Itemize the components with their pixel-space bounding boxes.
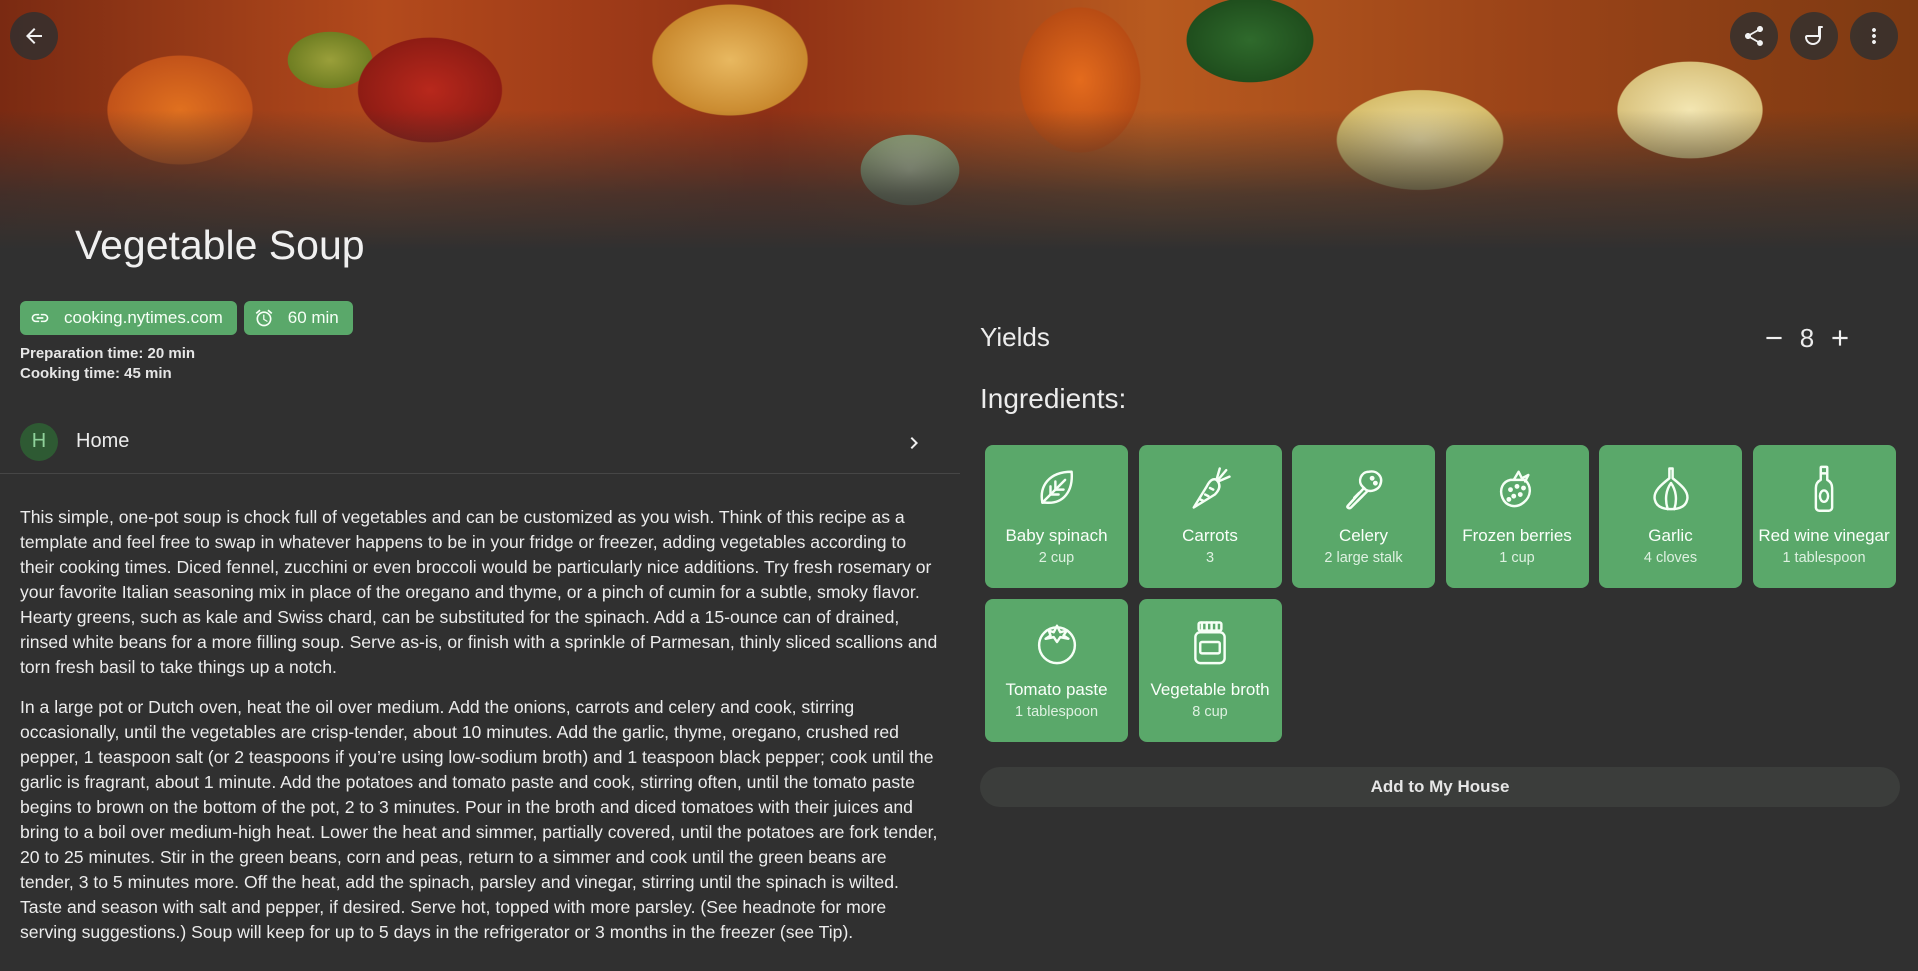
ingredient-card[interactable]: Celery 2 large stalk xyxy=(1292,445,1435,588)
cook-time-text: Cooking time: 45 min xyxy=(20,365,172,382)
ingredient-name: Red wine vinegar xyxy=(1758,526,1890,545)
bottle-icon xyxy=(1814,465,1834,512)
plus-icon xyxy=(1832,330,1848,346)
garlic-icon xyxy=(1652,467,1689,511)
ingredient-card[interactable]: Vegetable broth 8 cup xyxy=(1138,598,1282,742)
ingredient-amount: 8 cup xyxy=(1192,703,1228,720)
add-to-house-button[interactable]: Add to My House xyxy=(980,767,1900,807)
recipe-times: Preparation time: 20 min Cooking time: 4… xyxy=(20,344,195,384)
source-link-label: cooking.nytimes.com xyxy=(64,308,223,327)
leaf-icon xyxy=(1040,470,1073,504)
ingredient-name: Celery xyxy=(1338,526,1389,545)
source-link-chip[interactable]: cooking.nytimes.com xyxy=(20,301,237,335)
more-vert-icon xyxy=(1872,28,1876,44)
recipe-title: Vegetable Soup xyxy=(75,222,365,268)
ingredient-name: Garlic xyxy=(1648,526,1693,545)
household-name: Home xyxy=(76,430,130,452)
prep-time-text: Preparation time: 20 min xyxy=(20,345,196,362)
ingredients-grid: Baby spinach 2 cup Carrots 3 Celery 2 la… xyxy=(985,445,1896,742)
share-button[interactable] xyxy=(1730,12,1778,60)
ingredient-name: Vegetable broth xyxy=(1150,679,1270,699)
household-row[interactable]: H Home xyxy=(0,410,960,474)
yields-label: Yields xyxy=(980,322,1050,352)
arrow-left-icon xyxy=(26,28,42,44)
ingredient-card[interactable]: Garlic 4 cloves xyxy=(1599,445,1742,588)
minus-icon xyxy=(1766,336,1782,340)
ingredient-amount: 3 xyxy=(1205,550,1215,566)
ingredient-amount: 4 cloves xyxy=(1643,550,1698,566)
ingredient-name: Tomato paste xyxy=(1005,679,1108,699)
ingredient-amount: 1 cup xyxy=(1499,550,1535,566)
ingredient-name: Frozen berries xyxy=(1462,526,1572,545)
recipe-description: This simple, one-pot soup is chock full … xyxy=(20,505,938,960)
instructions-paragraph: In a large pot or Dutch oven, heat the o… xyxy=(20,697,938,942)
strawberry-icon xyxy=(1499,470,1532,508)
recipe-chips: cooking.nytimes.com 60 min xyxy=(20,301,353,335)
ingredient-card[interactable]: Frozen berries 1 cup xyxy=(1445,445,1589,588)
ingredient-card[interactable]: Carrots 3 xyxy=(1138,445,1282,588)
more-options-button[interactable] xyxy=(1850,12,1898,60)
ingredient-amount: 2 cup xyxy=(1038,550,1075,566)
yields-value: 8 xyxy=(1799,322,1815,353)
cook-mode-button[interactable] xyxy=(1790,12,1838,60)
chevron-right-icon xyxy=(910,437,918,449)
ingredient-amount: 2 large stalk xyxy=(1324,550,1403,566)
back-button[interactable] xyxy=(10,12,58,60)
ingredient-card[interactable]: Red wine vinegar 1 tablespoon xyxy=(1752,445,1896,588)
yields-stepper: 8 xyxy=(1756,320,1858,356)
tomato-icon xyxy=(1037,624,1076,664)
ingredient-card[interactable]: Tomato paste 1 tablespoon xyxy=(985,598,1128,742)
yields-decrement-button[interactable] xyxy=(1756,320,1792,356)
jar-icon xyxy=(1194,620,1226,664)
household-avatar: H xyxy=(20,422,58,461)
total-time-label: 60 min xyxy=(287,308,339,327)
celery-icon xyxy=(1345,470,1382,510)
ingredient-name: Baby spinach xyxy=(1005,526,1108,545)
total-time-chip: 60 min xyxy=(243,301,353,335)
ingredient-card[interactable]: Baby spinach 2 cup xyxy=(985,445,1128,588)
share-icon xyxy=(1745,26,1763,46)
carrot-icon xyxy=(1192,467,1231,509)
recipe-hero-image xyxy=(0,0,1918,250)
yields-increment-button[interactable] xyxy=(1822,320,1858,356)
ingredients-heading: Ingredients: xyxy=(980,383,1127,414)
ladle-icon xyxy=(1805,26,1823,45)
alarm-clock-icon xyxy=(255,309,273,327)
ingredient-amount: 1 tablespoon xyxy=(1782,550,1866,566)
link-icon xyxy=(31,313,49,323)
description-paragraph: This simple, one-pot soup is chock full … xyxy=(20,507,938,677)
ingredient-amount: 1 tablespoon xyxy=(1014,703,1099,720)
ingredient-name: Carrots xyxy=(1182,526,1238,545)
